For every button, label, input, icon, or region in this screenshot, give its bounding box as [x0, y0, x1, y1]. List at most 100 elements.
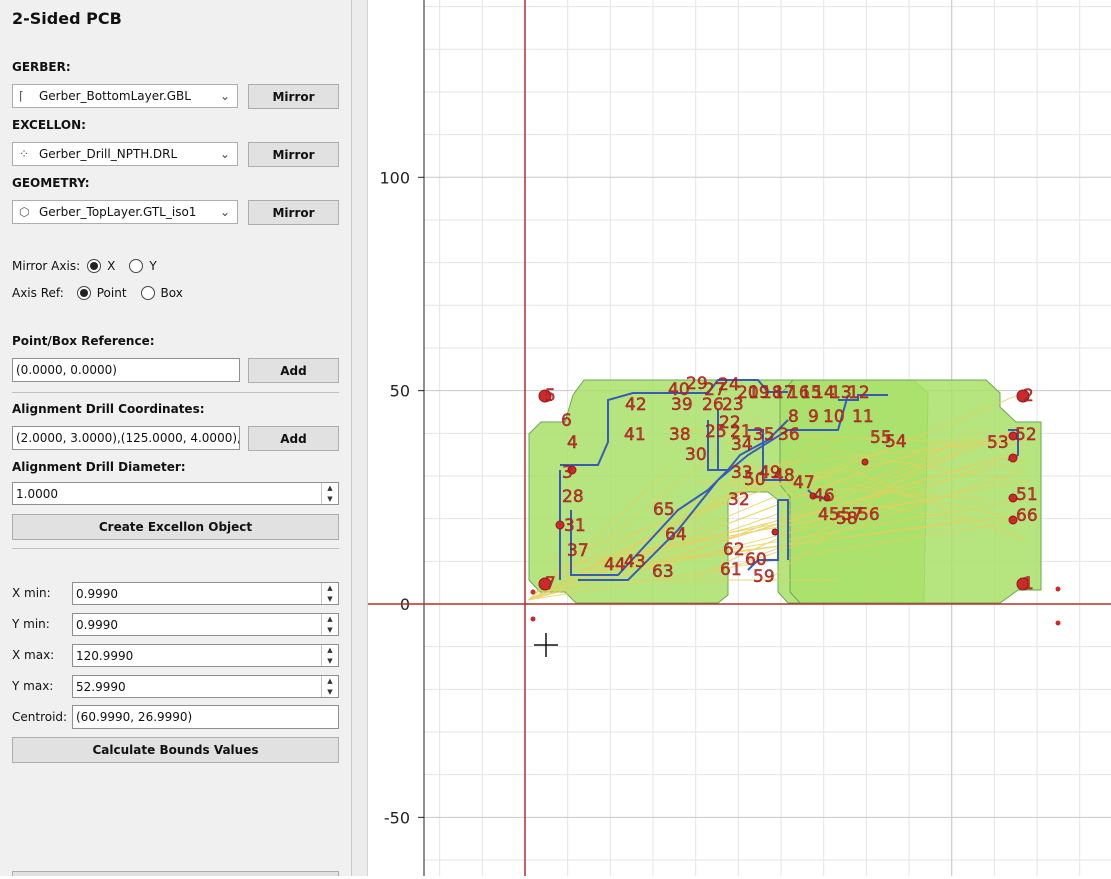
plot-canvas[interactable]: 100 50 0 -50 5 2 7 1 6 4 3 28 31 37 44 43 42 41 40 39 38 30 2… [368, 0, 1111, 876]
mirror-axis-y-label: Y [149, 259, 157, 273]
drill-number-label: 53 [987, 433, 1009, 453]
cut-off-button[interactable] [12, 871, 339, 876]
gerber-object-icon: ⌈ [19, 89, 24, 103]
geometry-label: GEOMETRY: [12, 176, 90, 190]
geometry-select[interactable]: ⬡ Gerber_TopLayer.GTL_iso1 ⌄ [12, 200, 238, 224]
drill-number-label: 2 [1023, 386, 1034, 406]
drill-number-label: 4 [567, 433, 578, 453]
alignment-diameter-value: 1.0000 [16, 486, 58, 501]
excellon-select-value: Gerber_Drill_NPTH.DRL [39, 147, 178, 161]
gerber-select-value: Gerber_BottomLayer.GBL [39, 89, 191, 103]
spin-up-icon[interactable]: ▲ [322, 614, 338, 625]
spinner-buttons[interactable]: ▲ ▼ [321, 483, 338, 504]
drill-number-label: 26 [702, 395, 724, 415]
point-box-reference-label: Point/Box Reference: [12, 334, 155, 348]
mirror-axis-row: Mirror Axis: X Y [12, 259, 157, 273]
spin-up-icon[interactable]: ▲ [322, 583, 338, 594]
drill-number-label: 43 [624, 552, 646, 572]
xmin-value: 0.9990 [76, 586, 118, 601]
mirror-axis-x-radio[interactable] [87, 259, 102, 273]
drill-pad [555, 520, 565, 530]
drill-number-label: 52 [1015, 425, 1037, 445]
alignment-diameter-spinner[interactable]: 1.0000 ▲ ▼ [12, 482, 339, 505]
axis-ref-point-label: Point [96, 286, 127, 300]
alignment-coords-input[interactable]: (2.0000, 3.0000),(125.0000, 4.0000), [12, 426, 240, 450]
drill-number-label: 5 [545, 386, 556, 406]
drill-number-label: 3 [562, 463, 573, 483]
axis-ref-label: Axis Ref: [12, 286, 64, 300]
spinner-buttons[interactable]: ▲ ▼ [321, 645, 338, 666]
spin-down-icon[interactable]: ▼ [322, 687, 338, 698]
drill-number-label: 66 [1016, 506, 1038, 526]
drill-number-label: 51 [1016, 485, 1038, 505]
centroid-label: Centroid: [12, 710, 68, 724]
drill-number-label: 35 [753, 425, 775, 445]
drill-pad [1008, 453, 1018, 463]
drill-number-label: 39 [671, 395, 693, 415]
drill-number-label: 12 [848, 383, 870, 403]
alignment-coords-add-button[interactable]: Add [248, 426, 339, 451]
ymin-value: 0.9990 [76, 617, 118, 632]
spin-down-icon[interactable]: ▼ [322, 494, 338, 505]
alignment-coords-label: Alignment Drill Coordinates: [12, 402, 205, 416]
xmin-label: X min: [12, 586, 51, 600]
chevron-down-icon: ⌄ [219, 205, 231, 219]
drill-number-label: 59 [753, 567, 775, 587]
create-excellon-object-button[interactable]: Create Excellon Object [12, 514, 339, 540]
drill-number-label: 8 [788, 407, 799, 427]
alignment-drill-dot [1055, 620, 1061, 626]
centroid-input[interactable]: (60.9990, 26.9990) [72, 705, 339, 729]
drill-number-label: 30 [685, 445, 707, 465]
ymax-spinner[interactable]: 52.9990 ▲ ▼ [72, 675, 339, 698]
xmax-spinner[interactable]: 120.9990 ▲ ▼ [72, 644, 339, 667]
axis-ref-box-radio[interactable] [140, 286, 155, 300]
excellon-mirror-button[interactable]: Mirror [248, 142, 339, 167]
spin-up-icon[interactable]: ▲ [322, 483, 338, 494]
drill-number-label: 42 [625, 395, 647, 415]
mirror-axis-y-radio[interactable] [129, 259, 144, 273]
drill-number-label: 38 [669, 425, 691, 445]
panel-splitter[interactable] [351, 0, 368, 876]
ymin-spinner[interactable]: 0.9990 ▲ ▼ [72, 613, 339, 636]
axis-ref-box-label: Box [160, 286, 183, 300]
drill-number-label: 44 [604, 555, 626, 575]
drill-number-label: 7 [545, 574, 556, 594]
alignment-drill-dot [530, 616, 536, 622]
separator [12, 392, 339, 393]
drill-number-label: 62 [723, 540, 745, 560]
gerber-mirror-button[interactable]: Mirror [248, 84, 339, 109]
axis-ref-point-radio[interactable] [76, 286, 91, 300]
y-axis-ticks: 100500-50 [379, 168, 424, 827]
drill-number-label: 10 [823, 407, 845, 427]
point-reference-add-button[interactable]: Add [248, 358, 339, 383]
spinner-buttons[interactable]: ▲ ▼ [321, 614, 338, 635]
spin-down-icon[interactable]: ▼ [322, 625, 338, 636]
spin-down-icon[interactable]: ▼ [322, 594, 338, 605]
drill-number-label: 32 [728, 490, 750, 510]
mirror-axis-x-label: X [107, 259, 116, 273]
drill-number-label: 11 [852, 407, 874, 427]
separator [12, 548, 339, 549]
drill-number-label: 28 [562, 487, 584, 507]
excellon-select[interactable]: ⁘ Gerber_Drill_NPTH.DRL ⌄ [12, 142, 238, 166]
xmax-value: 120.9990 [76, 648, 134, 663]
drill-pad [771, 528, 779, 536]
xmin-spinner[interactable]: 0.9990 ▲ ▼ [72, 582, 339, 605]
calculate-bounds-button[interactable]: Calculate Bounds Values [12, 737, 339, 763]
spin-down-icon[interactable]: ▼ [322, 656, 338, 667]
drill-number-label: 46 [813, 486, 835, 506]
geometry-mirror-button[interactable]: Mirror [248, 200, 339, 225]
drill-number-label: 63 [652, 562, 674, 582]
spin-up-icon[interactable]: ▲ [322, 676, 338, 687]
ymax-value: 52.9990 [76, 679, 126, 694]
ymin-label: Y min: [12, 617, 50, 631]
gerber-select[interactable]: ⌈ Gerber_BottomLayer.GBL ⌄ [12, 84, 238, 108]
plot-area[interactable]: 100500-50 5 27 164328313744434241403938302… [368, 0, 1111, 876]
drill-number-label: 65 [653, 500, 675, 520]
spinner-buttons[interactable]: ▲ ▼ [321, 676, 338, 697]
point-box-reference-input[interactable]: (0.0000, 0.0000) [12, 358, 240, 382]
drill-number-label: 9 [808, 407, 819, 427]
drill-number-label: 36 [778, 425, 800, 445]
spin-up-icon[interactable]: ▲ [322, 645, 338, 656]
spinner-buttons[interactable]: ▲ ▼ [321, 583, 338, 604]
